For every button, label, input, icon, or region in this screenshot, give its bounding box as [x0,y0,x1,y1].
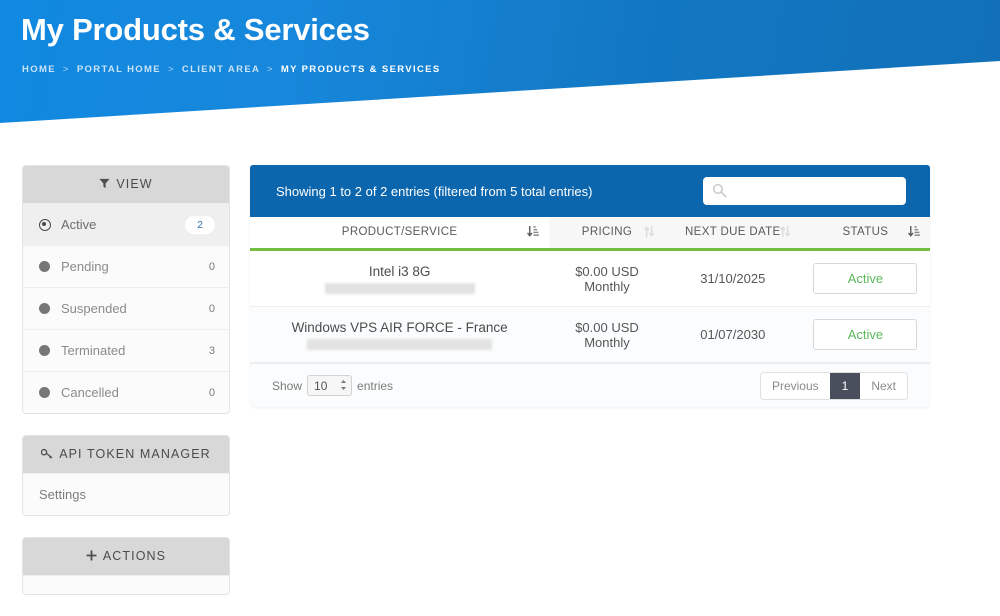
sidebar-item-active[interactable]: Active 2 [23,203,229,245]
table-body: Intel i3 8G $0.00 USD Monthly 31/10/2025… [250,249,930,363]
column-header-product-service[interactable]: PRODUCT/SERVICE [250,217,550,251]
cell-status: Active [800,249,930,307]
dot-icon [39,261,50,272]
breadcrumb-item-current: MY PRODUCTS & SERVICES [280,64,441,75]
column-label: PRICING [581,226,633,238]
api-token-manager-title: API TOKEN MANAGER [59,447,211,461]
sidebar-item-label: Terminated [61,343,126,358]
sort-amount-desc-icon [527,225,540,241]
cell-pricing: $0.00 USD Monthly [549,306,665,363]
breadcrumb-item-client-area[interactable]: CLIENT AREA [182,64,260,75]
table-row[interactable]: Windows VPS AIR FORCE - France $0.00 USD… [250,306,930,363]
sort-unsorted-icon [779,225,791,241]
sidebar-item-label: Suspended [61,301,127,316]
cell-product-service: Windows VPS AIR FORCE - France [250,306,550,363]
breadcrumb-separator: > [266,64,274,75]
column-label: STATUS [842,226,889,238]
breadcrumb-separator: > [62,64,70,75]
radio-selected-icon [39,218,51,231]
show-label: Show [272,378,303,393]
pagination-previous[interactable]: Previous [760,372,830,399]
sidebar-item-suspended[interactable]: Suspended 0 [23,287,229,329]
sort-unsorted-icon [643,225,655,241]
table-header-row: PRODUCT/SERVICE PRICING NEXT DUE DATE ST… [250,217,930,251]
search-box [703,177,906,205]
table-row[interactable]: Intel i3 8G $0.00 USD Monthly 31/10/2025… [250,249,930,307]
billing-cycle: Monthly [584,334,630,350]
sidebar-item-terminated[interactable]: Terminated 3 [23,329,229,371]
actions-panel-body [23,575,229,594]
cell-product-service: Intel i3 8G [250,249,550,307]
table-toolbar: Showing 1 to 2 of 2 entries (filtered fr… [250,165,930,217]
actions-panel-title: ACTIONS [102,549,167,563]
products-table-card: Showing 1 to 2 of 2 entries (filtered fr… [250,165,930,407]
column-label: PRODUCT/SERVICE [341,226,458,238]
actions-panel: ACTIONS [22,537,230,595]
actions-panel-header: ACTIONS [23,538,229,575]
breadcrumb: HOME > PORTAL HOME > CLIENT AREA > MY PR… [22,64,441,75]
product-name: Intel i3 8G [368,263,431,279]
breadcrumb-item-portal-home[interactable]: PORTAL HOME [77,64,161,75]
sidebar-item-pending[interactable]: Pending 0 [23,245,229,287]
dot-icon [39,345,50,356]
sort-amount-desc-icon [908,225,920,241]
table-head: PRODUCT/SERVICE PRICING NEXT DUE DATE ST… [250,217,930,251]
column-header-next-due-date[interactable]: NEXT DUE DATE [664,217,801,251]
entries-info: Showing 1 to 2 of 2 entries (filtered fr… [276,183,593,199]
price-amount: $0.00 USD [575,263,639,279]
cell-pricing: $0.00 USD Monthly [549,249,665,307]
cell-next-due-date: 01/07/2030 [664,306,801,363]
sidebar-item-label: Active [61,217,97,232]
pagination-page-1[interactable]: 1 [829,372,861,399]
billing-cycle: Monthly [584,278,630,294]
redacted-domain [324,282,475,294]
search-input[interactable] [703,177,906,205]
length-control: Show 102550100 entries [272,375,393,396]
product-name: Windows VPS AIR FORCE - France [291,319,508,335]
column-label: NEXT DUE DATE [685,226,781,238]
entries-per-page-select[interactable]: 102550100 [307,375,353,396]
sidebar-item-cancelled[interactable]: Cancelled 0 [23,371,229,413]
sidebar-item-settings[interactable]: Settings [23,473,229,515]
column-header-pricing[interactable]: PRICING [549,217,665,251]
cell-next-due-date: 31/10/2025 [664,249,801,307]
dot-icon [39,303,50,314]
entries-label: entries [357,378,394,393]
column-header-status[interactable]: STATUS [800,217,930,251]
dot-icon [39,387,50,398]
redacted-domain [307,338,493,350]
status-count: 0 [208,386,215,399]
view-panel: VIEW Active 2 Pending 0 Suspended 0 Term… [22,165,230,414]
key-icon [40,448,53,462]
products-table: PRODUCT/SERVICE PRICING NEXT DUE DATE ST… [250,217,930,363]
api-token-manager-panel: API TOKEN MANAGER Settings [22,435,230,516]
breadcrumb-item-home[interactable]: HOME [22,64,56,75]
breadcrumb-separator: > [167,64,175,75]
pagination: Previous 1 Next [759,371,908,400]
api-token-manager-header: API TOKEN MANAGER [23,436,229,473]
status-badge: 2 [185,215,215,234]
view-panel-header: VIEW [23,166,229,203]
pagination-next[interactable]: Next [860,372,907,399]
sidebar: VIEW Active 2 Pending 0 Suspended 0 Term… [22,165,230,616]
length-select-wrap: 102550100 [307,375,353,396]
status-count: 0 [208,260,215,273]
content-area: VIEW Active 2 Pending 0 Suspended 0 Term… [0,124,1000,595]
price-amount: $0.00 USD [575,319,639,335]
table-footer: Show 102550100 entries Previous 1 Next [250,363,930,407]
page-header: My Products & Services HOME > PORTAL HOM… [0,0,1000,123]
cell-status: Active [800,306,930,363]
sidebar-item-label: Pending [61,259,109,274]
view-panel-title: VIEW [116,177,153,191]
status-count: 0 [208,302,215,315]
filter-icon [99,178,110,192]
status-badge[interactable]: Active [813,263,918,294]
status-count: 3 [208,344,215,357]
sidebar-item-label: Cancelled [61,385,119,400]
status-badge[interactable]: Active [813,319,918,350]
page-title: My Products & Services [21,12,370,47]
